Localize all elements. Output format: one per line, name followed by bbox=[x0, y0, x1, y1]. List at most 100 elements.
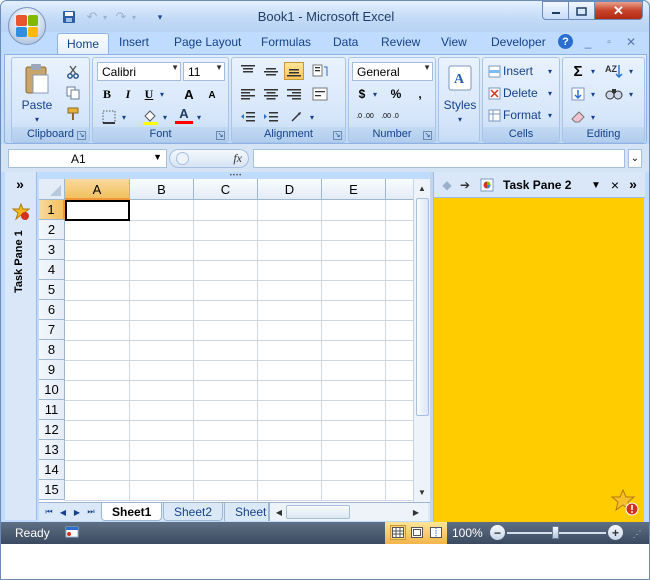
task-pane-2-expand-icon[interactable]: » bbox=[625, 176, 641, 192]
task-pane-2-menu-icon[interactable]: ▼ bbox=[590, 178, 602, 192]
close-button[interactable]: ✕ bbox=[594, 1, 643, 20]
column-header-f[interactable] bbox=[386, 179, 413, 200]
minimize-button[interactable] bbox=[542, 1, 569, 20]
tab-insert[interactable]: Insert bbox=[119, 35, 149, 49]
row-header[interactable]: 1 bbox=[39, 200, 65, 220]
zoom-slider-thumb[interactable] bbox=[552, 526, 559, 539]
styles-icon[interactable]: A bbox=[448, 64, 472, 92]
paste-label[interactable]: Paste bbox=[20, 98, 54, 112]
autosum-button[interactable]: Σ bbox=[569, 62, 587, 80]
format-painter-icon[interactable] bbox=[65, 106, 81, 122]
row-header[interactable]: 12 bbox=[39, 420, 65, 440]
font-color-button[interactable]: A bbox=[175, 106, 193, 124]
text-direction-dropdown-icon[interactable]: ▾ bbox=[307, 110, 317, 124]
sheet-tab-1[interactable]: Sheet1 bbox=[101, 503, 163, 521]
find-select-icon[interactable] bbox=[603, 85, 625, 103]
tab-formulas[interactable]: Formulas bbox=[261, 35, 311, 49]
grow-font-button[interactable]: A bbox=[180, 85, 198, 103]
row-header[interactable]: 3 bbox=[39, 240, 65, 260]
name-box-dropdown-icon[interactable]: ▼ bbox=[153, 152, 162, 162]
copy-icon[interactable] bbox=[65, 85, 81, 101]
macro-recording-icon[interactable] bbox=[64, 525, 80, 539]
horizontal-scrollbar[interactable]: ◀ ▶ bbox=[268, 503, 428, 521]
fill-dropdown-icon[interactable]: ▾ bbox=[588, 87, 598, 101]
row-header[interactable]: 2 bbox=[39, 220, 65, 240]
row-header[interactable]: 9 bbox=[39, 360, 65, 380]
currency-button[interactable]: $ bbox=[354, 85, 370, 103]
align-right-icon[interactable] bbox=[284, 85, 304, 103]
fill-color-dropdown-icon[interactable]: ▾ bbox=[160, 110, 170, 124]
row-header[interactable]: 6 bbox=[39, 300, 65, 320]
row-header[interactable]: 8 bbox=[39, 340, 65, 360]
font-size-select[interactable]: 11 ▼ bbox=[183, 62, 225, 81]
tab-home[interactable]: Home bbox=[57, 33, 110, 55]
row-header[interactable]: 15 bbox=[39, 480, 65, 500]
column-header-d[interactable]: D bbox=[258, 179, 322, 200]
task-pane-1-expand-icon[interactable]: » bbox=[11, 176, 29, 192]
tab-data[interactable]: Data bbox=[333, 35, 358, 49]
vertical-scroll-thumb[interactable] bbox=[416, 198, 429, 416]
decrease-decimal-button[interactable]: .00 .0 bbox=[379, 108, 401, 126]
clear-icon[interactable] bbox=[569, 108, 587, 126]
back-icon[interactable]: ◆ bbox=[440, 178, 454, 192]
ribbon-minimize-icon[interactable]: _ bbox=[581, 35, 595, 49]
decrease-indent-icon[interactable] bbox=[238, 108, 258, 126]
row-header[interactable]: 4 bbox=[39, 260, 65, 280]
paste-dropdown-icon[interactable]: ▾ bbox=[30, 114, 44, 124]
ribbon-restore-icon[interactable]: ▫ bbox=[602, 35, 616, 49]
task-pane-1-icon[interactable] bbox=[11, 202, 31, 222]
align-middle-icon[interactable] bbox=[261, 62, 281, 80]
insert-cells-icon[interactable] bbox=[487, 64, 501, 78]
scroll-right-icon[interactable]: ▶ bbox=[410, 505, 422, 519]
sheet-tab-3[interactable]: Sheet bbox=[224, 503, 270, 521]
sort-filter-icon[interactable]: AZ bbox=[603, 62, 625, 80]
wrap-text-icon[interactable] bbox=[309, 85, 331, 103]
clear-dropdown-icon[interactable]: ▾ bbox=[588, 110, 598, 124]
page-break-view-icon[interactable] bbox=[428, 525, 444, 540]
scroll-left-icon[interactable]: ◀ bbox=[273, 505, 285, 519]
split-handle-icon[interactable]: •••• bbox=[226, 173, 246, 179]
delete-cells-icon[interactable] bbox=[487, 86, 501, 100]
row-header[interactable]: 5 bbox=[39, 280, 65, 300]
fill-icon[interactable] bbox=[569, 85, 587, 103]
vertical-scrollbar[interactable]: ▲ ▼ bbox=[413, 179, 430, 502]
prev-sheet-icon[interactable]: ◀ bbox=[57, 506, 69, 518]
insert-function-icon[interactable]: fx bbox=[233, 151, 242, 166]
increase-decimal-button[interactable]: .0 .00 bbox=[354, 108, 376, 126]
normal-view-icon[interactable] bbox=[390, 525, 406, 540]
styles-label[interactable]: Styles bbox=[441, 98, 479, 112]
find-select-dropdown-icon[interactable]: ▾ bbox=[626, 87, 636, 101]
clipboard-launcher-icon[interactable]: ↘ bbox=[77, 131, 86, 140]
underline-dropdown-icon[interactable]: ▾ bbox=[157, 87, 167, 101]
row-header[interactable]: 11 bbox=[39, 400, 65, 420]
number-launcher-icon[interactable]: ↘ bbox=[423, 131, 432, 140]
column-header-c[interactable]: C bbox=[194, 179, 258, 200]
borders-dropdown-icon[interactable]: ▾ bbox=[119, 110, 129, 124]
expand-formula-bar-icon[interactable]: ⌄ bbox=[628, 149, 642, 168]
font-launcher-icon[interactable]: ↘ bbox=[216, 131, 225, 140]
column-header-b[interactable]: B bbox=[130, 179, 194, 200]
number-format-select[interactable]: General ▼ bbox=[352, 62, 433, 81]
scroll-down-icon[interactable]: ▼ bbox=[415, 485, 429, 500]
align-bottom-icon[interactable] bbox=[284, 62, 304, 80]
name-box[interactable]: A1 ▼ bbox=[8, 149, 167, 168]
autosum-dropdown-icon[interactable]: ▾ bbox=[588, 64, 598, 78]
sheet-tab-2[interactable]: Sheet2 bbox=[163, 503, 224, 521]
resize-grip-icon[interactable]: ⋰ bbox=[631, 528, 643, 540]
horizontal-scroll-thumb[interactable] bbox=[286, 505, 350, 519]
align-left-icon[interactable] bbox=[238, 85, 258, 103]
font-color-dropdown-icon[interactable]: ▾ bbox=[194, 110, 204, 124]
sort-filter-dropdown-icon[interactable]: ▾ bbox=[626, 64, 636, 78]
increase-indent-icon[interactable] bbox=[261, 108, 281, 126]
scroll-up-icon[interactable]: ▲ bbox=[415, 181, 429, 196]
column-header-a[interactable]: A bbox=[65, 179, 130, 200]
tab-view[interactable]: View bbox=[441, 35, 467, 49]
align-top-icon[interactable] bbox=[238, 62, 258, 80]
shrink-font-button[interactable]: A bbox=[203, 86, 221, 104]
comma-button[interactable]: , bbox=[412, 85, 428, 103]
tab-developer[interactable]: Developer bbox=[491, 35, 546, 49]
task-pane-2-close[interactable]: × bbox=[608, 177, 622, 193]
restore-button[interactable] bbox=[568, 1, 595, 20]
page-layout-view-icon[interactable] bbox=[409, 525, 425, 540]
row-header[interactable]: 14 bbox=[39, 460, 65, 480]
